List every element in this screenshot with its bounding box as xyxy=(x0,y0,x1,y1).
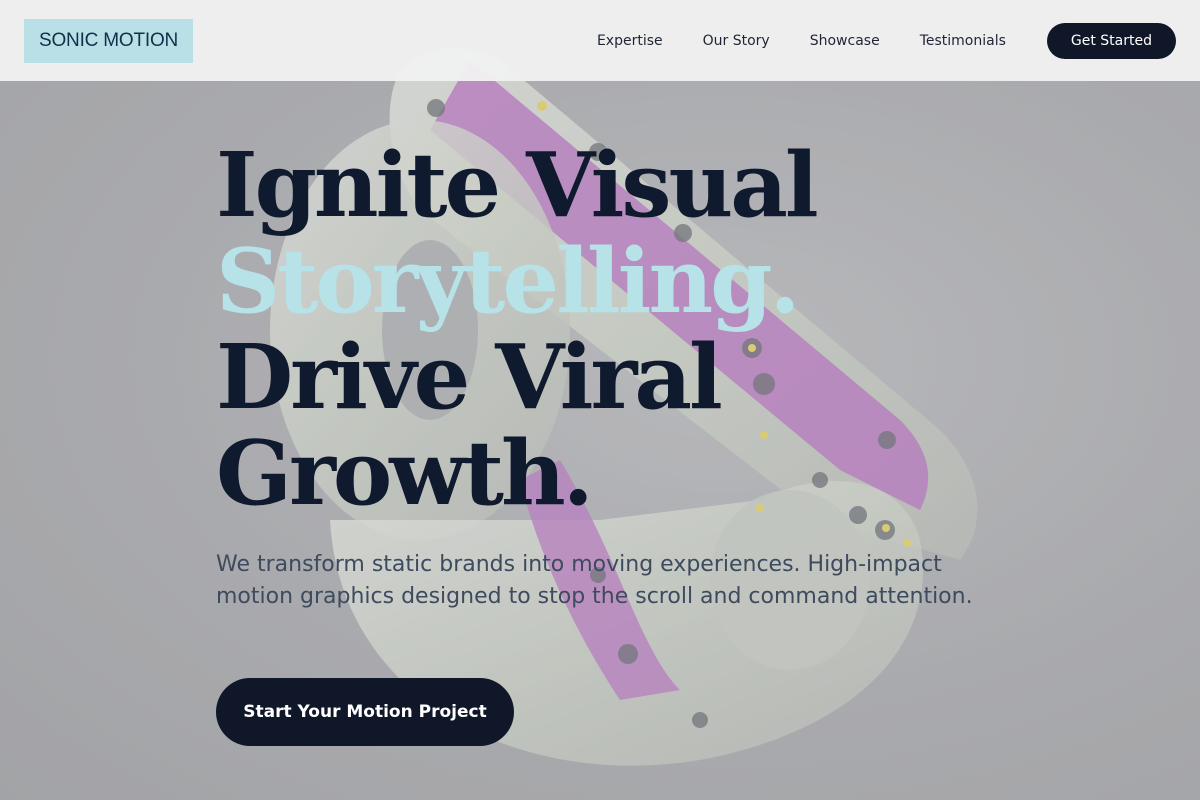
nav-link-testimonials[interactable]: Testimonials xyxy=(920,33,1006,49)
get-started-button[interactable]: Get Started xyxy=(1046,22,1176,59)
main-nav: Expertise Our Story Showcase Testimonial… xyxy=(557,22,1176,59)
headline-line-4: Growth. xyxy=(216,420,594,525)
nav-link-showcase[interactable]: Showcase xyxy=(810,33,880,49)
headline-line-1: Ignite Visual xyxy=(216,132,819,237)
hero-subcopy: We transform static brands into moving e… xyxy=(216,552,973,609)
hero-section: Ignite Visual Storytelling. Drive Viral … xyxy=(216,137,1036,613)
headline-line-2-accent: Storytelling. xyxy=(216,228,800,333)
hero-headline: Ignite Visual Storytelling. Drive Viral … xyxy=(216,137,1036,521)
nav-link-our-story[interactable]: Our Story xyxy=(703,33,770,49)
site-header: SONIC MOTION Expertise Our Story Showcas… xyxy=(0,0,1200,81)
nav-link-expertise[interactable]: Expertise xyxy=(597,33,663,49)
site-logo[interactable]: SONIC MOTION xyxy=(24,18,194,63)
start-motion-project-button[interactable]: Start Your Motion Project xyxy=(216,678,514,746)
headline-line-3: Drive Viral xyxy=(216,324,723,429)
